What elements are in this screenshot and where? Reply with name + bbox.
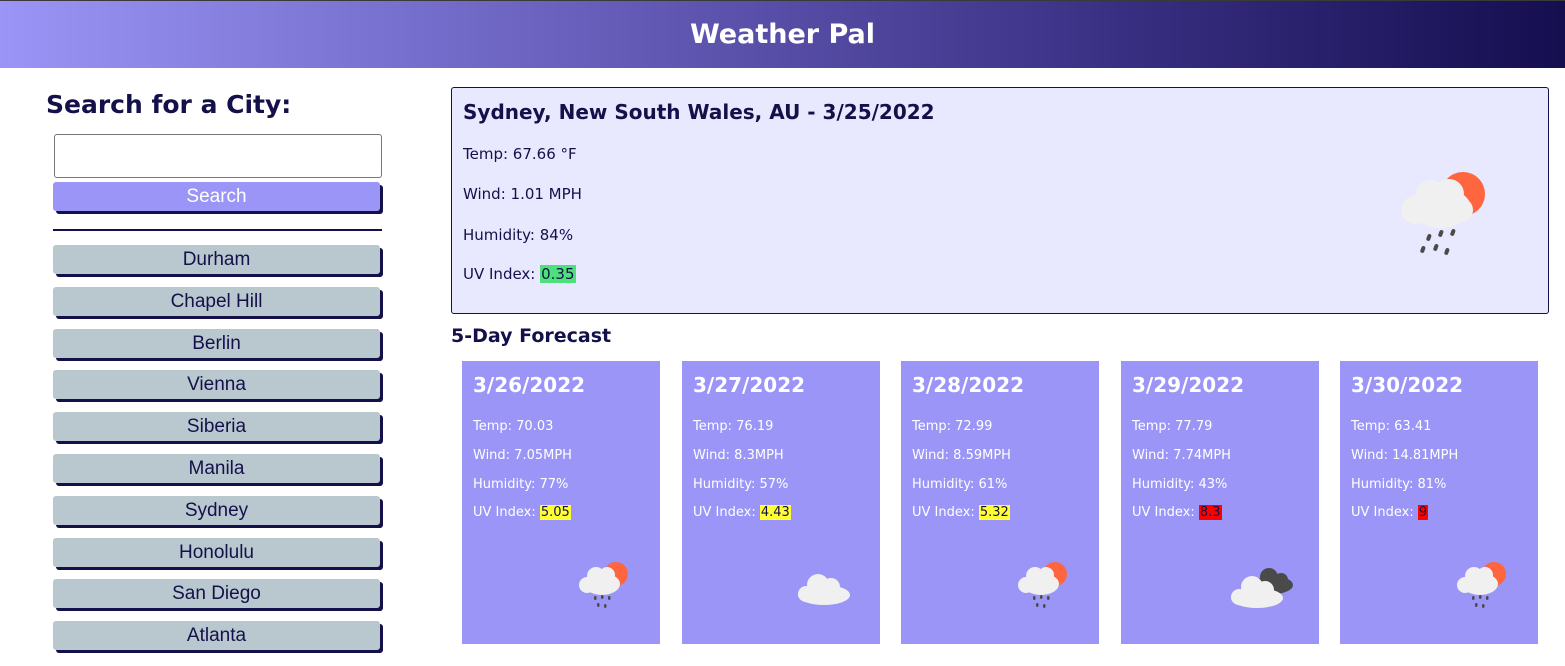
forecast-wind: Wind: 7.05MPH [473,448,572,463]
sidebar-divider [53,229,382,231]
sun-cloud-rain-icon [579,562,628,608]
history-city-button[interactable]: Siberia [53,412,380,441]
forecast-humidity: Humidity: 61% [912,477,1008,492]
forecast-wind: Wind: 7.74MPH [1132,448,1231,463]
forecast-uv: UV Index: 4.43 [693,505,791,520]
forecast-temp: Temp: 63.41 [1351,419,1432,434]
search-button[interactable]: Search [53,182,380,211]
forecast-wind: Wind: 8.3MPH [693,448,784,463]
history-city-button[interactable]: San Diego [53,579,380,608]
forecast-temp: Temp: 76.19 [693,419,774,434]
sun-cloud-rain-icon [1401,172,1485,255]
forecast-uv-badge: 8.3 [1198,505,1222,520]
history-city-button[interactable]: Durham [53,245,380,274]
forecast-temp: Temp: 77.79 [1132,419,1213,434]
city-search-input[interactable] [54,134,382,178]
forecast-uv-badge: 9 [1417,505,1429,520]
current-temp: Temp: 67.66 °F [463,145,577,163]
forecast-temp: Temp: 70.03 [473,419,554,434]
sun-cloud-rain-icon [1018,562,1067,608]
forecast-uv-label: UV Index: [1132,505,1199,520]
forecast-uv-label: UV Index: [912,505,979,520]
forecast-uv: UV Index: 5.05 [473,505,571,520]
forecast-title: 5-Day Forecast [451,325,612,347]
forecast-uv-badge: 4.43 [759,505,791,520]
current-uv-badge: 0.35 [540,265,576,283]
forecast-temp: Temp: 72.99 [912,419,993,434]
forecast-humidity: Humidity: 57% [693,477,789,492]
forecast-card: 3/29/2022 Temp: 77.79 Wind: 7.74MPH Humi… [1121,361,1319,644]
history-city-button[interactable]: Vienna [53,370,380,399]
broken-clouds-icon [1231,568,1293,608]
current-uv-label: UV Index: [463,265,541,283]
history-city-button[interactable]: Atlanta [53,621,380,650]
cloud-icon [798,574,850,605]
forecast-card: 3/28/2022 Temp: 72.99 Wind: 8.59MPH Humi… [901,361,1099,644]
forecast-uv-badge: 5.32 [978,505,1010,520]
forecast-date: 3/26/2022 [473,373,586,397]
forecast-uv-badge: 5.05 [539,505,571,520]
history-city-button[interactable]: Honolulu [53,538,380,567]
current-humidity: Humidity: 84% [463,226,574,244]
search-title: Search for a City: [46,90,292,119]
forecast-humidity: Humidity: 43% [1132,477,1228,492]
app-header: Weather Pal [0,0,1565,68]
forecast-date: 3/29/2022 [1132,373,1245,397]
forecast-uv: UV Index: 8.3 [1132,505,1222,520]
forecast-uv-label: UV Index: [473,505,540,520]
search-sidebar: Search for a City: Search Durham Chapel … [0,68,430,666]
current-weather-card: Sydney, New South Wales, AU - 3/25/2022 … [451,87,1549,314]
app-title: Weather Pal [689,19,876,50]
history-city-button[interactable]: Chapel Hill [53,287,380,316]
forecast-date: 3/28/2022 [912,373,1025,397]
forecast-card: 3/27/2022 Temp: 76.19 Wind: 8.3MPH Humid… [682,361,880,644]
forecast-card: 3/26/2022 Temp: 70.03 Wind: 7.05MPH Humi… [462,361,660,644]
forecast-wind: Wind: 14.81MPH [1351,448,1459,463]
forecast-card: 3/30/2022 Temp: 63.41 Wind: 14.81MPH Hum… [1340,361,1538,644]
history-city-button[interactable]: Sydney [53,496,380,525]
forecast-date: 3/30/2022 [1351,373,1464,397]
forecast-wind: Wind: 8.59MPH [912,448,1011,463]
forecast-humidity: Humidity: 77% [473,477,569,492]
forecast-uv: UV Index: 5.32 [912,505,1010,520]
history-city-button[interactable]: Manila [53,454,380,483]
forecast-humidity: Humidity: 81% [1351,477,1447,492]
current-city-heading: Sydney, New South Wales, AU - 3/25/2022 [463,100,935,124]
forecast-uv-label: UV Index: [693,505,760,520]
current-uv: UV Index: 0.35 [463,265,576,283]
sun-cloud-rain-icon [1457,562,1506,608]
forecast-uv-label: UV Index: [1351,505,1418,520]
forecast-date: 3/27/2022 [693,373,806,397]
forecast-uv: UV Index: 9 [1351,505,1429,520]
current-wind: Wind: 1.01 MPH [463,185,582,203]
history-city-button[interactable]: Berlin [53,329,380,358]
